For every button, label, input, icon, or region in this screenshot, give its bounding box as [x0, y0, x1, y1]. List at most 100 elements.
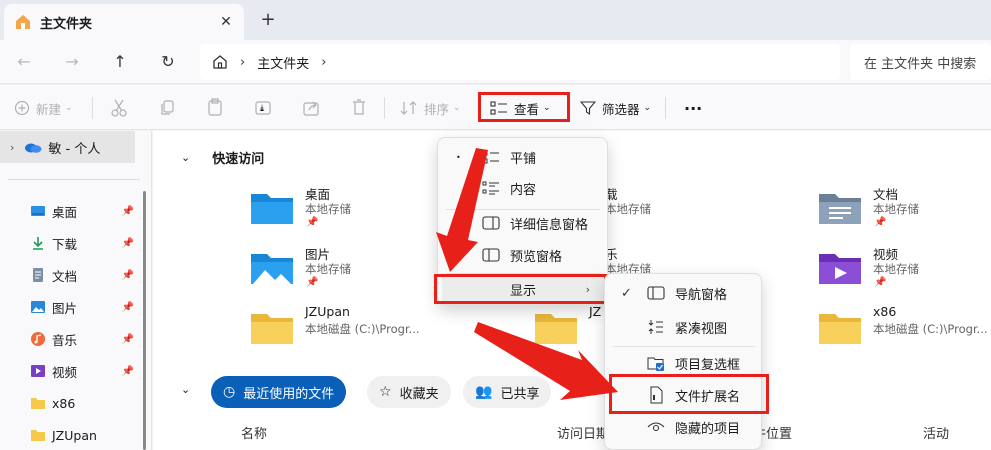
search-input[interactable]: 在 主文件夹 中搜索	[850, 44, 991, 80]
breadcrumb-separator: ›	[240, 54, 246, 70]
back-button[interactable]: ←	[12, 50, 36, 74]
divider	[665, 97, 666, 119]
breadcrumb-home-folder[interactable]: 主文件夹	[257, 53, 309, 72]
divider	[8, 179, 140, 180]
sidebar-item-label: 桌面	[52, 204, 78, 220]
delete-icon[interactable]	[350, 93, 368, 123]
breadcrumb-separator-end[interactable]: ›	[321, 55, 326, 70]
close-tab-icon[interactable]: ✕	[216, 12, 236, 32]
sort-button[interactable]: 排序 ⌄	[400, 93, 461, 123]
quick-access-header[interactable]: ⌄ 快速访问	[181, 148, 264, 167]
folder-icon	[535, 314, 577, 344]
folder-icon	[31, 398, 45, 409]
chip-recent-files[interactable]: ◷ 最近使用的文件	[211, 376, 347, 408]
chevron-down-icon[interactable]: ⌄	[181, 383, 190, 396]
up-button[interactable]: ↑	[108, 50, 132, 74]
column-name[interactable]: 名称	[241, 423, 267, 442]
sidebar-item-videos[interactable]: 视频 📌	[30, 359, 140, 383]
quick-access-documents[interactable]: 文档 本地存储 📌	[817, 184, 991, 240]
copy-icon[interactable]	[158, 93, 176, 123]
address-bar-row: ← → ↑ ↻ › 主文件夹 › 在 主文件夹 中搜索	[0, 40, 991, 84]
chip-shared[interactable]: 👥 已共享	[463, 376, 552, 408]
share-icon[interactable]	[302, 93, 320, 123]
tab-home-folder[interactable]: 主文件夹 ✕	[4, 4, 244, 40]
sidebar-item-desktop[interactable]: 桌面 📌	[30, 199, 140, 223]
eye-icon	[647, 422, 665, 432]
sidebar-item-label: 下载	[52, 236, 78, 252]
quick-access-videos[interactable]: 视频 本地存储 📌	[817, 244, 991, 300]
rename-icon[interactable]	[254, 93, 272, 123]
compact-view-icon	[648, 320, 663, 334]
highlight-show-item	[434, 274, 607, 304]
pin-icon: 📌	[306, 277, 319, 288]
divider	[92, 97, 93, 119]
cut-icon[interactable]	[110, 93, 128, 123]
sidebar-item-pictures[interactable]: 图片 📌	[30, 295, 140, 319]
pin-icon: 📌	[874, 217, 887, 228]
filter-button[interactable]: 筛选器 ⌄	[580, 93, 651, 123]
video-icon	[31, 365, 45, 377]
picture-icon	[31, 301, 45, 313]
tiles-icon	[482, 150, 499, 164]
column-access-date[interactable]: 访问日期	[557, 423, 609, 442]
plus-circle-icon	[14, 100, 30, 116]
sidebar-item-label: x86	[52, 395, 76, 411]
home-outline-icon	[213, 55, 227, 69]
sidebar-item-label: 敏 - 个人	[48, 141, 101, 157]
videos-folder-icon	[819, 254, 861, 284]
new-label: 新建	[36, 101, 62, 117]
divider	[384, 97, 385, 119]
folder-icon	[251, 314, 293, 344]
address-input[interactable]: › 主文件夹 ›	[200, 44, 840, 80]
desktop-icon	[31, 206, 45, 216]
menu-item-details-pane[interactable]: 详细信息窗格	[442, 208, 604, 238]
sidebar-item-x86[interactable]: x86	[30, 391, 140, 415]
menu-item-compact-view[interactable]: 紧凑视图	[609, 312, 759, 342]
menu-item-hidden-items[interactable]: 隐藏的项目	[609, 412, 759, 442]
menu-item-preview-pane[interactable]: • 预览窗格	[442, 240, 604, 270]
pin-icon: 📌	[121, 333, 134, 345]
sidebar-item-music[interactable]: 音乐 📌	[30, 327, 140, 351]
quick-access-x86[interactable]: x86 本地磁盘 (C:)\Progr...	[817, 304, 991, 360]
sidebar-item-downloads[interactable]: 下载 📌	[30, 231, 140, 255]
more-options-button[interactable]: ···	[684, 93, 702, 123]
documents-folder-icon	[819, 194, 861, 224]
pictures-folder-icon	[251, 254, 293, 284]
sidebar-item-personal[interactable]: › 敏 - 个人	[0, 131, 135, 163]
music-icon	[31, 332, 45, 346]
forward-button[interactable]: →	[60, 50, 84, 74]
clock-icon: ◷	[223, 384, 236, 400]
menu-item-navigation-pane[interactable]: ✓ 导航窗格	[609, 278, 759, 308]
navigation-pane: › 敏 - 个人 桌面 📌 下载 📌 文档 📌 图片 📌 音乐 📌 视频 📌 x…	[0, 131, 152, 450]
chevron-right-icon[interactable]: ›	[10, 141, 14, 154]
menu-item-tiles[interactable]: • 平铺	[442, 142, 604, 172]
column-activity[interactable]: 活动	[923, 423, 949, 442]
refresh-button[interactable]: ↻	[156, 50, 180, 74]
sidebar-item-jzupan[interactable]: JZUpan	[30, 423, 140, 447]
document-icon	[33, 268, 43, 282]
new-tab-button[interactable]: +	[256, 8, 280, 32]
chevron-down-icon[interactable]: ⌄	[181, 151, 190, 164]
sidebar-scrollbar[interactable]	[143, 191, 146, 450]
menu-item-content[interactable]: 内容	[442, 173, 604, 203]
chip-favorites[interactable]: ☆ 收藏夹	[367, 376, 451, 408]
quick-access-jzupan[interactable]: JZUpan 本地磁盘 (C:)\Progr...	[249, 304, 489, 360]
sidebar-item-label: 视频	[52, 364, 78, 380]
preview-pane-icon	[482, 248, 500, 262]
checkbox-icon	[647, 357, 664, 371]
filter-label: 筛选器	[602, 101, 640, 117]
content-icon	[482, 181, 499, 195]
divider	[613, 346, 755, 347]
new-button[interactable]: 新建 ⌄	[14, 93, 73, 123]
navigation-pane-icon	[647, 286, 665, 300]
pin-icon: 📌	[121, 365, 134, 377]
paste-icon[interactable]	[206, 93, 224, 123]
recent-section-toggle[interactable]: ⌄	[181, 383, 212, 396]
sort-icon	[400, 101, 417, 115]
pin-icon: 📌	[121, 237, 134, 249]
sidebar-item-label: JZUpan	[52, 427, 97, 443]
folder-icon	[31, 430, 45, 441]
tab-bar: 主文件夹 ✕ +	[0, 0, 991, 40]
onedrive-cloud-icon	[25, 143, 42, 153]
sidebar-item-documents[interactable]: 文档 📌	[30, 263, 140, 287]
